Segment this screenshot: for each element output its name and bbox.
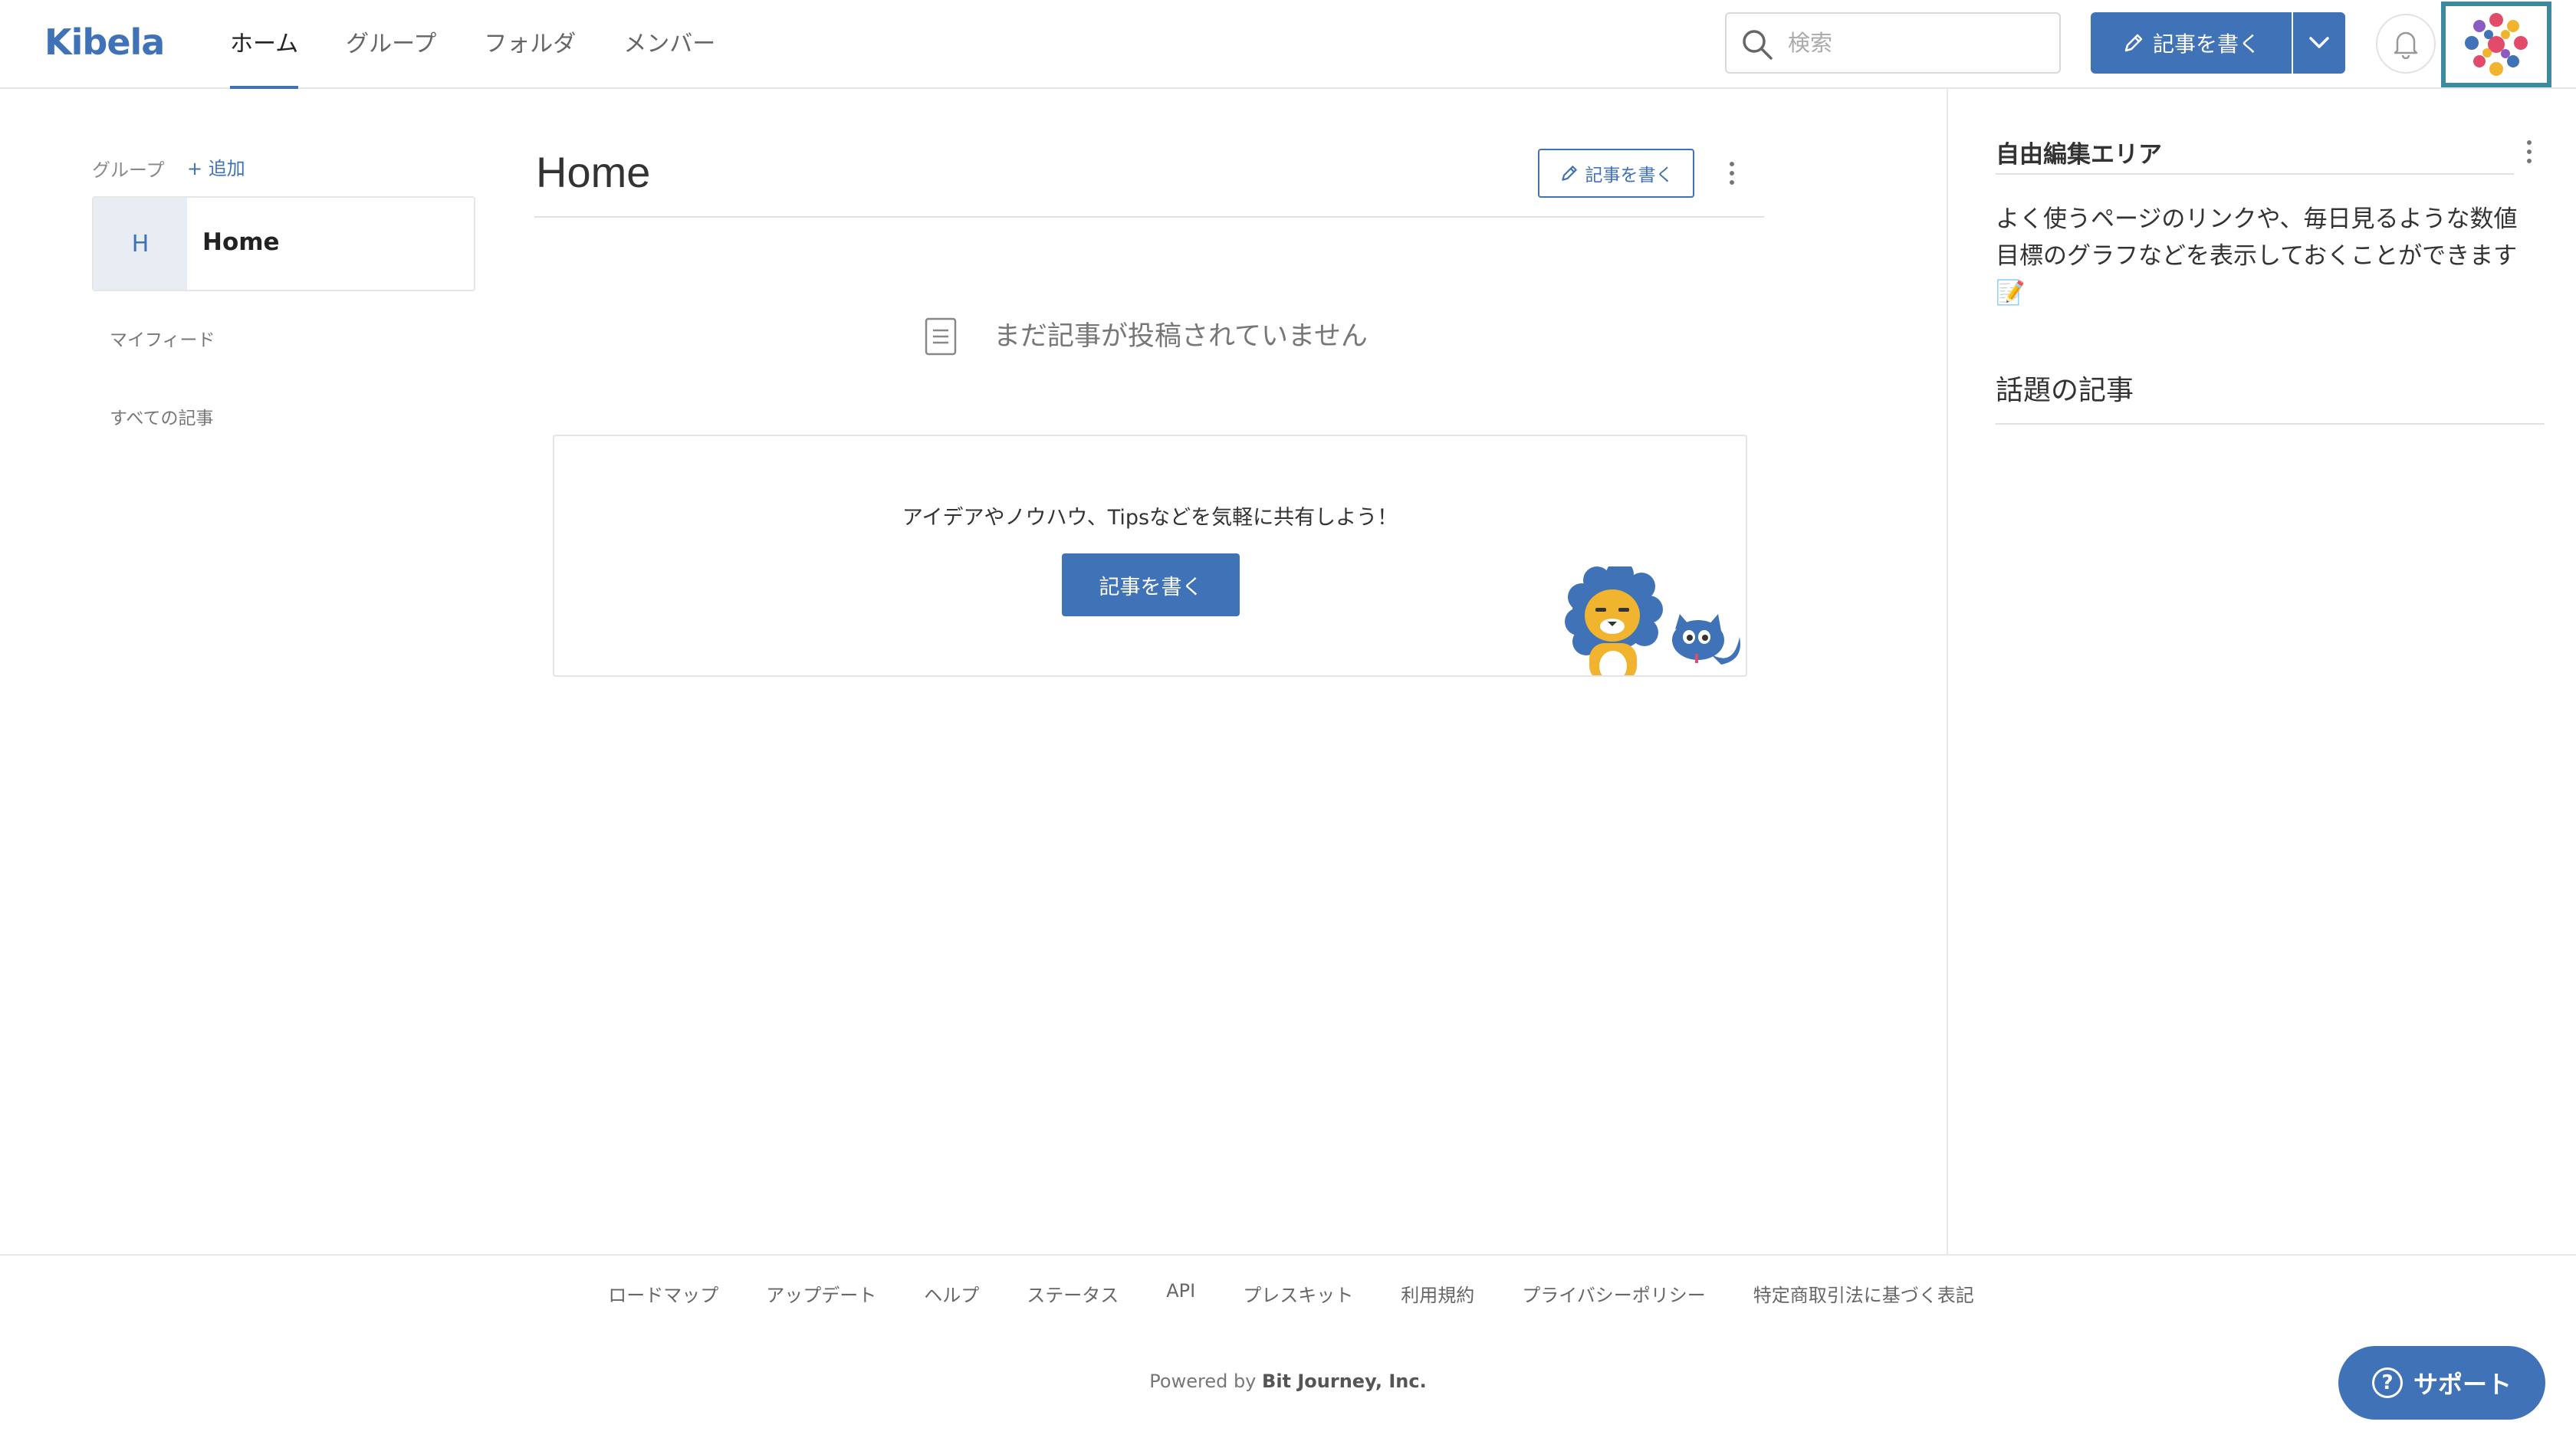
footer-link-terms[interactable]: 利用規約 <box>1401 1280 1474 1307</box>
mascot-illustration <box>1565 566 1740 675</box>
free-area-text: よく使うページのリンクや、毎日見るような数値目標のグラフなどを表示しておくことが… <box>1996 205 2518 307</box>
nav-groups[interactable]: グループ <box>346 0 436 89</box>
group-menu-button[interactable] <box>1720 156 1743 190</box>
support-button[interactable]: ? サポート <box>2338 1346 2545 1420</box>
nav-members[interactable]: メンバー <box>623 0 715 89</box>
footer-divider <box>0 1254 2576 1256</box>
footer-link-help[interactable]: ヘルプ <box>924 1280 979 1307</box>
free-area-title: 自由編集エリア <box>1996 141 2162 169</box>
nav-home[interactable]: ホーム <box>230 0 299 89</box>
sidebar-item-all-notes[interactable]: すべての記事 <box>110 403 213 429</box>
title-divider <box>534 216 1764 218</box>
sidebar-item-my-feed[interactable]: マイフィード <box>110 325 215 351</box>
pencil-icon <box>1561 166 1577 181</box>
group-write-button[interactable]: 記事を書く <box>1538 149 1694 198</box>
prompt-write-button[interactable]: 記事を書く <box>1062 553 1240 616</box>
right-panel-divider <box>1947 89 1948 1254</box>
write-prompt-card: アイデアやノウハウ、Tipsなどを気軽に共有しよう！ 記事を書く <box>553 435 1747 677</box>
search-box[interactable] <box>1725 12 2061 74</box>
chevron-down-icon <box>2309 37 2329 48</box>
help-circle-icon: ? <box>2371 1367 2403 1398</box>
prompt-text: アイデアやノウハウ、Tipsなどを気軽に共有しよう！ <box>902 506 1398 530</box>
trending-divider <box>1996 423 2545 425</box>
footer-link-press-kit[interactable]: プレスキット <box>1243 1280 1353 1307</box>
user-avatar[interactable] <box>2441 2 2551 87</box>
kebab-dot <box>1730 162 1734 166</box>
header-write-button[interactable]: 記事を書く <box>2091 12 2292 74</box>
kebab-dot <box>2527 149 2532 154</box>
kebab-dot <box>2527 140 2532 145</box>
powered-by: Powered by Bit Journey, Inc. <box>0 1371 2576 1392</box>
footer-link-status[interactable]: ステータス <box>1027 1280 1119 1307</box>
footer-link-privacy[interactable]: プライバシーポリシー <box>1522 1280 1706 1307</box>
free-area-divider <box>1996 173 2514 175</box>
main-nav: ホーム グループ フォルダ メンバー <box>230 0 763 89</box>
group-name: Home <box>202 228 280 256</box>
powered-company[interactable]: Bit Journey, Inc. <box>1262 1371 1427 1392</box>
pencil-icon <box>2124 34 2143 52</box>
header-write-label: 記事を書く <box>2152 31 2260 57</box>
group-card-home[interactable]: H Home <box>92 196 475 291</box>
notifications-button[interactable] <box>2376 14 2436 74</box>
footer-link-api[interactable]: API <box>1166 1280 1195 1307</box>
avatar <box>2462 10 2531 79</box>
search-icon <box>1743 30 1773 60</box>
kibela-logo[interactable]: Kibela <box>44 21 165 63</box>
page-title: Home <box>536 148 651 196</box>
empty-state-message: まだ記事が投稿されていません <box>994 321 1368 352</box>
kebab-dot <box>1730 180 1734 185</box>
powered-prefix: Powered by <box>1149 1371 1257 1392</box>
nav-folders[interactable]: フォルダ <box>484 0 576 89</box>
support-label: サポート <box>2413 1370 2512 1399</box>
document-icon <box>925 317 957 356</box>
footer-link-updates[interactable]: アップデート <box>766 1280 876 1307</box>
search-input[interactable] <box>1788 21 2049 64</box>
footer-link-commerce-law[interactable]: 特定商取引法に基づく表記 <box>1753 1280 1974 1307</box>
footer-link-roadmap[interactable]: ロードマップ <box>608 1280 718 1307</box>
trending-title: 話題の記事 <box>1996 375 2134 406</box>
groups-heading: グループ <box>92 159 165 181</box>
bell-icon <box>2394 31 2418 59</box>
kebab-dot <box>1730 171 1734 176</box>
free-area-menu-button[interactable] <box>2520 136 2538 167</box>
write-menu-toggle[interactable] <box>2293 12 2345 74</box>
kebab-dot <box>2527 159 2532 163</box>
add-group-link[interactable]: + 追加 <box>187 153 245 180</box>
group-write-label: 記事を書く <box>1585 166 1674 185</box>
footer-links: ロードマップ アップデート ヘルプ ステータス API プレスキット 利用規約 … <box>0 1280 2576 1307</box>
group-initial-badge: H <box>94 198 187 290</box>
top-header: Kibela ホーム グループ フォルダ メンバー 記事を書く <box>0 0 2576 89</box>
